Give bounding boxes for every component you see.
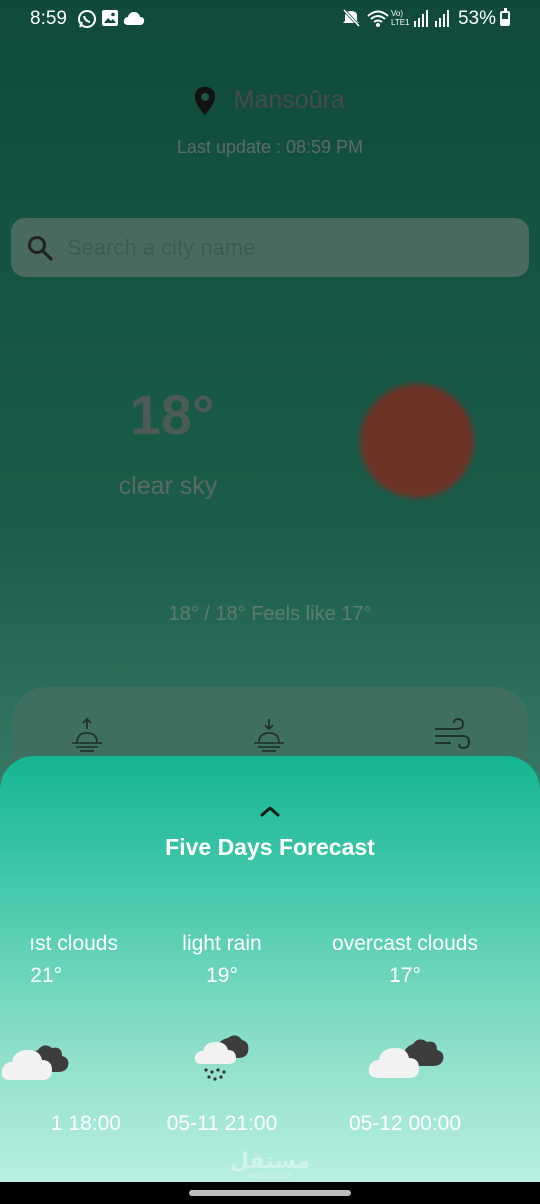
current-temperature: 18°	[129, 383, 215, 446]
signal-icon	[435, 10, 449, 27]
watermark-arabic: مستقل	[229, 1148, 311, 1173]
search-icon	[28, 236, 53, 261]
location-name: Mansoûra	[233, 86, 345, 114]
forecast-title: Five Days Forecast	[165, 834, 375, 860]
forecast-time: 1 18:00	[50, 1112, 121, 1135]
chevron-up-icon[interactable]	[258, 804, 282, 818]
light-rain-icon	[194, 1035, 249, 1081]
forecast-item: light rain 19° 05-11 21:00	[122, 932, 322, 1136]
forecast-time: 05-12 00:00	[348, 1112, 462, 1135]
sunrise-icon	[72, 717, 102, 752]
clear-sky-sun-icon	[360, 384, 474, 498]
forecast-temperature: 17°	[389, 964, 421, 987]
home-gesture-bar[interactable]	[189, 1190, 351, 1196]
forecast-description: overcast clouds	[332, 932, 478, 955]
weather-screen: 8:59 Vo) LTE1 53% Mansoûra Last update:…	[0, 0, 540, 1182]
wifi-icon	[367, 10, 389, 27]
battery-icon	[500, 8, 510, 26]
forecast-temperature: 19°	[206, 964, 238, 987]
forecast-item: overcast clouds 17° 05-12 00:00	[305, 932, 505, 1136]
watermark-logo: مستقل mostaql.com	[0, 1148, 540, 1180]
location-header: Mansoûra	[0, 86, 540, 115]
whatsapp-icon	[78, 10, 96, 28]
overcast-clouds-icon	[368, 1039, 444, 1078]
current-condition: clear sky	[118, 472, 218, 500]
broken-clouds-icon	[1, 1045, 69, 1080]
temperature-range-feels-like: 18° / 18° Feels like 17°	[168, 603, 372, 625]
forecast-description: ıst clouds	[29, 932, 118, 955]
forecast-temperature: 21°	[30, 964, 62, 987]
search-input[interactable]	[67, 228, 507, 268]
signal-icon	[414, 10, 428, 27]
wind-icon	[435, 718, 470, 749]
forecast-bottom-sheet[interactable]: Five Days Forecast ıst clouds 21° 1 18:0…	[0, 756, 540, 1182]
watermark-latin: mostaql.com	[247, 1171, 293, 1180]
sunset-icon	[254, 719, 284, 752]
gallery-icon	[102, 10, 118, 26]
location-pin-icon	[195, 86, 216, 115]
cloud-icon	[123, 12, 145, 25]
last-update: Last update : 08:59 PM	[176, 137, 364, 157]
network-label: Vo) LTE1	[391, 9, 410, 27]
battery-percent: 53%	[457, 8, 496, 29]
forecast-time: 05-11 21:00	[166, 1112, 278, 1135]
search-bar[interactable]	[11, 218, 529, 277]
forecast-item: ıst clouds 21° 1 18:00	[0, 932, 124, 1136]
mute-icon	[342, 9, 360, 27]
status-bar: 8:59 Vo) LTE1 53%	[0, 0, 540, 38]
forecast-description: light rain	[182, 932, 262, 955]
navigation-bar	[0, 1182, 540, 1204]
status-time: 8:59	[30, 8, 67, 29]
